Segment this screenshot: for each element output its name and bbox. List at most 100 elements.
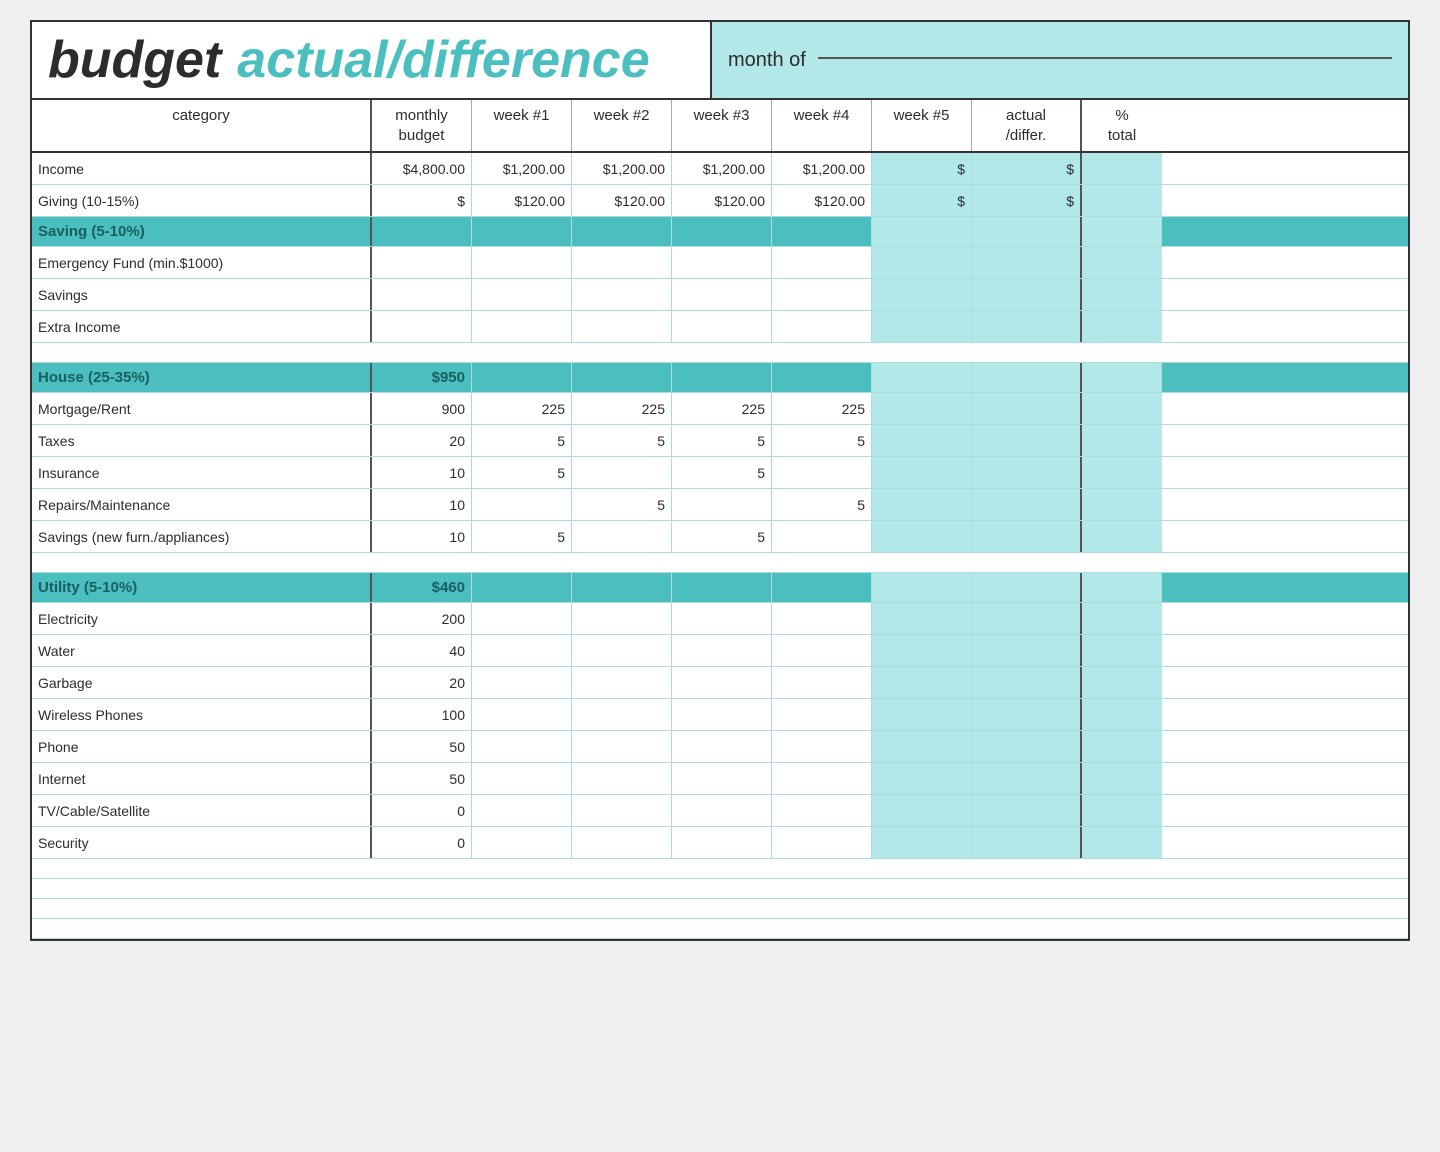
cell-week4 xyxy=(772,521,872,552)
col-pct-total: %total xyxy=(1082,100,1162,151)
cell-week5 xyxy=(872,457,972,488)
cell-actual xyxy=(972,521,1082,552)
cell-actual xyxy=(972,311,1082,342)
blank-row xyxy=(32,919,1408,939)
cell-actual xyxy=(972,425,1082,456)
column-headers: category monthlybudget week #1 week #2 w… xyxy=(32,100,1408,153)
month-line xyxy=(818,57,1392,59)
cell-week3 xyxy=(672,217,772,246)
cell-week4 xyxy=(772,827,872,858)
cell-week5 xyxy=(872,279,972,310)
cell-week5 xyxy=(872,731,972,762)
blank-row xyxy=(32,899,1408,919)
cell-week5 xyxy=(872,827,972,858)
cell-week3: $120.00 xyxy=(672,185,772,216)
blank-row xyxy=(32,553,1408,573)
cell-pct xyxy=(1082,279,1162,310)
cell-monthly_budget: $4,800.00 xyxy=(372,153,472,184)
cell-actual xyxy=(972,763,1082,794)
cell-week3: 5 xyxy=(672,457,772,488)
cell-week2 xyxy=(572,521,672,552)
cell-week5 xyxy=(872,425,972,456)
cell-category: Extra Income xyxy=(32,311,372,342)
cell-monthly_budget xyxy=(372,247,472,278)
cell-week2 xyxy=(572,603,672,634)
cell-monthly_budget xyxy=(372,279,472,310)
cell-week3 xyxy=(672,667,772,698)
table-row: TV/Cable/Satellite0 xyxy=(32,795,1408,827)
cell-category: Mortgage/Rent xyxy=(32,393,372,424)
table-row: Extra Income xyxy=(32,311,1408,343)
cell-category: Wireless Phones xyxy=(32,699,372,730)
cell-pct xyxy=(1082,153,1162,184)
cell-week1 xyxy=(472,489,572,520)
cell-monthly_budget: 200 xyxy=(372,603,472,634)
cell-week4 xyxy=(772,247,872,278)
cell-category: Insurance xyxy=(32,457,372,488)
header: budget actual/difference month of xyxy=(32,22,1408,100)
table-row: Phone50 xyxy=(32,731,1408,763)
cell-week2: 5 xyxy=(572,489,672,520)
cell-category: Repairs/Maintenance xyxy=(32,489,372,520)
cell-pct xyxy=(1082,457,1162,488)
cell-monthly_budget: 0 xyxy=(372,795,472,826)
table-body: Income$4,800.00$1,200.00$1,200.00$1,200.… xyxy=(32,153,1408,939)
budget-title: budget xyxy=(48,30,221,90)
month-of-label: month of xyxy=(728,49,806,72)
cell-pct xyxy=(1082,827,1162,858)
cell-week4 xyxy=(772,699,872,730)
cell-week3 xyxy=(672,827,772,858)
cell-pct xyxy=(1082,573,1162,602)
cell-actual xyxy=(972,667,1082,698)
cell-week4 xyxy=(772,217,872,246)
cell-week5 xyxy=(872,795,972,826)
cell-week1 xyxy=(472,217,572,246)
table-row: Garbage20 xyxy=(32,667,1408,699)
section-header-row: Utility (5-10%)$460 xyxy=(32,573,1408,603)
cell-week4: $120.00 xyxy=(772,185,872,216)
cell-week1: 5 xyxy=(472,457,572,488)
cell-week4: 5 xyxy=(772,425,872,456)
cell-monthly_budget: 50 xyxy=(372,763,472,794)
cell-category: Security xyxy=(32,827,372,858)
cell-week3: 5 xyxy=(672,521,772,552)
table-row: Water40 xyxy=(32,635,1408,667)
cell-actual xyxy=(972,635,1082,666)
cell-week3: $1,200.00 xyxy=(672,153,772,184)
cell-category: Giving (10-15%) xyxy=(32,185,372,216)
cell-week1: 5 xyxy=(472,425,572,456)
cell-category: Savings xyxy=(32,279,372,310)
cell-category: House (25-35%) xyxy=(32,363,372,392)
cell-week5 xyxy=(872,635,972,666)
cell-pct xyxy=(1082,699,1162,730)
cell-category: Water xyxy=(32,635,372,666)
cell-category: TV/Cable/Satellite xyxy=(32,795,372,826)
cell-category: Emergency Fund (min.$1000) xyxy=(32,247,372,278)
cell-week4 xyxy=(772,667,872,698)
cell-pct xyxy=(1082,425,1162,456)
cell-week4: 5 xyxy=(772,489,872,520)
cell-week1 xyxy=(472,311,572,342)
cell-pct xyxy=(1082,635,1162,666)
table-row: Savings xyxy=(32,279,1408,311)
col-actual-differ: actual/differ. xyxy=(972,100,1082,151)
actual-difference-title: actual/difference xyxy=(237,30,649,90)
cell-actual xyxy=(972,363,1082,392)
cell-actual xyxy=(972,795,1082,826)
cell-week5: $ xyxy=(872,153,972,184)
col-week5: week #5 xyxy=(872,100,972,151)
cell-week2 xyxy=(572,763,672,794)
cell-category: Income xyxy=(32,153,372,184)
cell-category: Utility (5-10%) xyxy=(32,573,372,602)
cell-week2: $120.00 xyxy=(572,185,672,216)
cell-monthly_budget: 20 xyxy=(372,425,472,456)
cell-week1 xyxy=(472,795,572,826)
cell-week1: $1,200.00 xyxy=(472,153,572,184)
cell-actual: $ xyxy=(972,153,1082,184)
cell-category: Saving (5-10%) xyxy=(32,217,372,246)
cell-week5 xyxy=(872,573,972,602)
cell-week4 xyxy=(772,311,872,342)
cell-pct xyxy=(1082,731,1162,762)
cell-week2: 5 xyxy=(572,425,672,456)
col-week1: week #1 xyxy=(472,100,572,151)
